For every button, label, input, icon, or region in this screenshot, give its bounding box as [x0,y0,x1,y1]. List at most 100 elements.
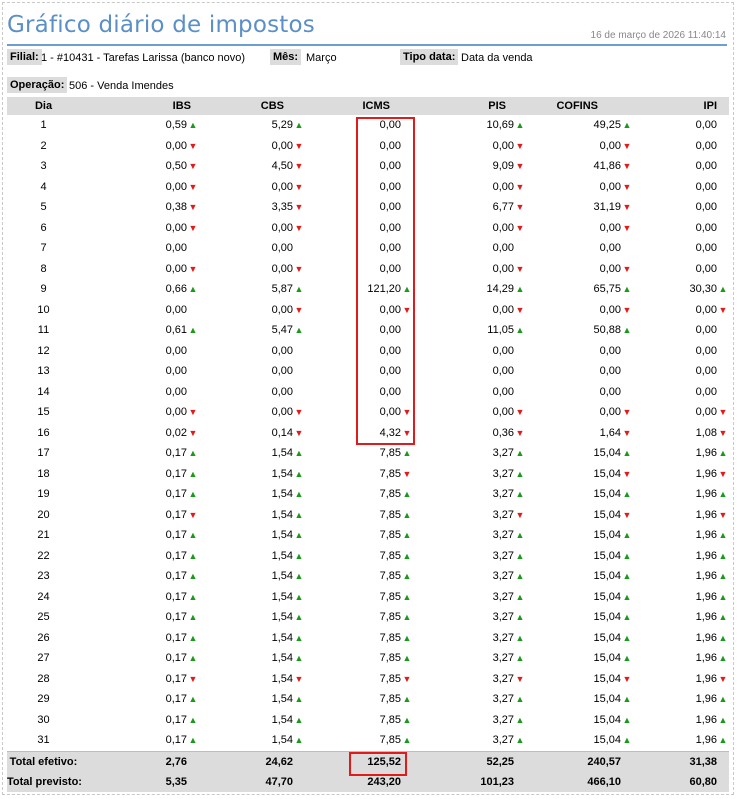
arrow-up-icon: ▲ [402,448,412,459]
arrow-down-icon: ▼ [515,509,525,520]
report-title: Gráfico diário de impostos [7,12,315,38]
cell-value: 0,00 [492,221,514,234]
cell-value: 0,00 [695,180,717,193]
cell-value: 0,00 [271,344,293,357]
cell-ipi: 0,00 ▼ [633,300,729,321]
cell-cofins: 15,04 ▲ [526,546,633,567]
total-ipi: 31,38 [633,750,729,772]
cell-cofins: 15,04 ▲ [526,648,633,669]
cell-value: 3,27 [492,631,514,644]
table-row: 25 0,17 ▲ 1,54 ▲ 7,85 ▲ 3,27 ▲ 15,04 ▲ 1,96 ▲ [7,607,729,628]
cell-value: 4,50 [271,160,293,173]
cell-ibs: 0,61 ▲ [80,320,199,341]
cell-dia: 3 [40,160,47,173]
header-cbs: CBS [199,97,305,115]
arrow-down-icon: ▼ [294,673,304,684]
arrow-down-icon: ▼ [718,509,728,520]
cell-icms: 7,85 ▲ [305,566,413,587]
arrow-up-icon: ▲ [294,653,304,664]
arrow-up-icon: ▲ [622,694,632,705]
cell-cofins: 15,04 ▲ [526,443,633,464]
cell-value: 0,00 [695,262,717,275]
cell-ibs: 0,17 ▲ [80,566,199,587]
arrow-up-icon: ▲ [188,489,198,500]
cell-cofins: 15,04 ▲ [526,525,633,546]
cell-ibs: 0,17 ▲ [80,443,199,464]
cell-ibs: 0,17 ▲ [80,484,199,505]
report-timestamp: 16 de março de 2026 11:40:14 [590,30,726,41]
arrow-up-icon: ▲ [622,530,632,541]
arrow-up-icon: ▲ [718,591,728,602]
arrow-down-icon: ▼ [622,222,632,233]
arrow-down-icon: ▼ [188,140,198,151]
arrow-up-icon: ▲ [188,325,198,336]
cell-ibs: 0,00 ▼ [80,402,199,423]
cell-value: 0,00 [165,139,187,152]
cell-cbs: 3,35 ▼ [199,197,305,218]
cell-value: 0,00 [599,303,621,316]
cell-cofins: 0,00 ▼ [526,300,633,321]
cell-pis: 0,00 ▼ [413,177,526,198]
cell-cbs: 0,00 ▼ [199,300,305,321]
cell-ipi: 30,30 ▲ [633,279,729,300]
cell-pis: 3,27 ▲ [413,525,526,546]
cell-ibs: 0,50 ▼ [80,156,199,177]
arrow-down-icon: ▼ [294,304,304,315]
arrow-up-icon: ▲ [515,550,525,561]
cell-value: 5,87 [271,283,293,296]
total-cbs: 47,70 [199,771,305,792]
cell-value: 0,00 [695,324,717,337]
table-row: 17 0,17 ▲ 1,54 ▲ 7,85 ▲ 3,27 ▲ 15,04 ▲ 1,96 ▲ [7,443,729,464]
cell-cbs: 4,50 ▼ [199,156,305,177]
cell-value: 0,17 [165,611,187,624]
cell-value: 9,09 [492,160,514,173]
cell-cofins: 15,04 ▲ [526,607,633,628]
arrow-up-icon: ▲ [515,714,525,725]
cell-value: 0,17 [165,488,187,501]
cell-icms: 7,85 ▼ [305,669,413,690]
cell-ipi: 1,96 ▼ [633,464,729,485]
cell-value: 0,17 [165,672,187,685]
cell-value: 7,85 [379,529,401,542]
cell-ibs: 0,66 ▲ [80,279,199,300]
cell-dia: 9 [40,283,47,296]
total-value: 52,25 [486,755,514,768]
cell-value: 3,27 [492,447,514,460]
arrow-up-icon: ▲ [718,653,728,664]
cell-value: 0,00 [695,160,717,173]
cell-cofins: 15,04 ▲ [526,730,633,751]
cell-cbs: 1,54 ▲ [199,443,305,464]
cell-icms: 7,85 ▲ [305,525,413,546]
cell-cbs: 0,00 [199,238,305,259]
cell-ibs: 0,00 ▼ [80,177,199,198]
total-cofins: 240,57 [526,750,633,772]
total-value: 60,80 [689,775,717,788]
cell-pis: 3,27 ▲ [413,484,526,505]
cell-pis: 3,27 ▲ [413,628,526,649]
cell-value: 1,54 [271,734,293,747]
cell-ipi: 0,00 [633,115,729,136]
cell-value: 0,00 [271,365,293,378]
arrow-down-icon: ▼ [294,161,304,172]
cell-value: 1,96 [695,549,717,562]
cell-ibs: 0,00 ▼ [80,259,199,280]
arrow-down-icon: ▼ [622,509,632,520]
arrow-up-icon: ▲ [402,735,412,746]
cell-value: 3,27 [492,693,514,706]
total-value: 24,62 [265,755,293,768]
cell-value: 1,54 [271,447,293,460]
cell-ibs: 0,02 ▼ [80,423,199,444]
cell-pis: 0,00 [413,361,526,382]
cell-value: 0,00 [695,119,717,132]
arrow-up-icon: ▲ [718,530,728,541]
total-label: Total previsto: [7,771,82,792]
total-cbs: 24,62 [199,750,305,772]
icms-total-highlight [349,752,407,776]
cell-value: 7,85 [379,652,401,665]
cell-ipi: 0,00 [633,320,729,341]
total-value: 101,23 [480,775,514,788]
total-value: 31,38 [689,755,717,768]
arrow-down-icon: ▼ [294,427,304,438]
cell-value: 0,00 [165,344,187,357]
cell-value: 0,00 [271,139,293,152]
